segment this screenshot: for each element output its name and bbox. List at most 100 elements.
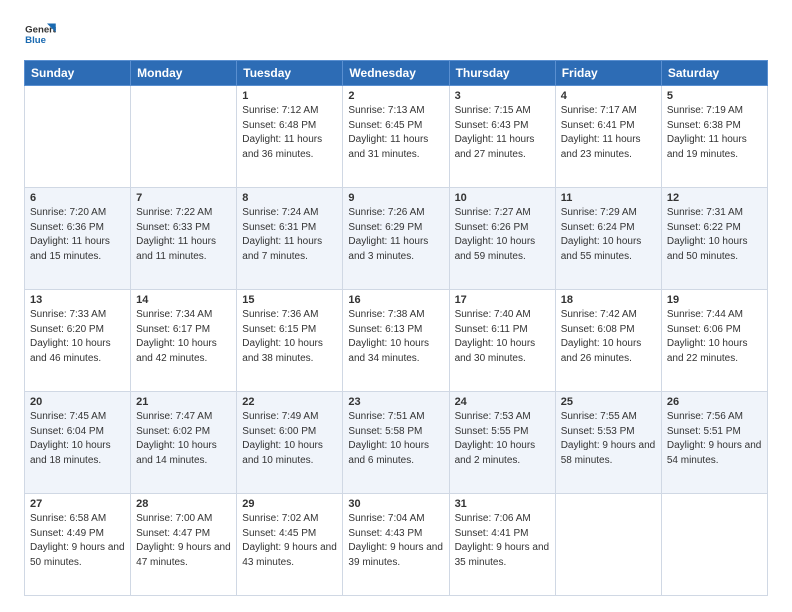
day-info: Sunrise: 7:34 AMSunset: 6:17 PMDaylight:… [136,308,231,366]
day-number: 30 [348,498,443,510]
calendar-day-cell: 25 Sunrise: 7:55 AMSunset: 5:53 PMDaylig… [555,392,661,494]
day-number: 23 [348,396,443,408]
day-info: Sunrise: 6:58 AMSunset: 4:49 PMDaylight:… [30,512,125,570]
calendar-week-row: 13 Sunrise: 7:33 AMSunset: 6:20 PMDaylig… [25,290,768,392]
day-of-week-header: Thursday [449,61,555,86]
calendar-day-cell: 7 Sunrise: 7:22 AMSunset: 6:33 PMDayligh… [131,188,237,290]
day-info: Sunrise: 7:33 AMSunset: 6:20 PMDaylight:… [30,308,125,366]
day-info: Sunrise: 7:42 AMSunset: 6:08 PMDaylight:… [561,308,656,366]
day-number: 9 [348,192,443,204]
day-number: 11 [561,192,656,204]
day-of-week-header: Monday [131,61,237,86]
calendar-day-cell: 1 Sunrise: 7:12 AMSunset: 6:48 PMDayligh… [237,86,343,188]
day-number: 5 [667,90,762,102]
day-info: Sunrise: 7:26 AMSunset: 6:29 PMDaylight:… [348,206,443,264]
calendar-day-cell: 12 Sunrise: 7:31 AMSunset: 6:22 PMDaylig… [661,188,767,290]
day-info: Sunrise: 7:04 AMSunset: 4:43 PMDaylight:… [348,512,443,570]
day-info: Sunrise: 7:47 AMSunset: 6:02 PMDaylight:… [136,410,231,468]
calendar-day-cell: 8 Sunrise: 7:24 AMSunset: 6:31 PMDayligh… [237,188,343,290]
calendar-day-cell: 4 Sunrise: 7:17 AMSunset: 6:41 PMDayligh… [555,86,661,188]
logo-icon: General Blue [24,20,56,48]
day-of-week-header: Saturday [661,61,767,86]
calendar-day-cell: 16 Sunrise: 7:38 AMSunset: 6:13 PMDaylig… [343,290,449,392]
calendar-day-cell: 26 Sunrise: 7:56 AMSunset: 5:51 PMDaylig… [661,392,767,494]
day-of-week-header: Tuesday [237,61,343,86]
day-number: 17 [455,294,550,306]
day-number: 12 [667,192,762,204]
day-number: 13 [30,294,125,306]
calendar-day-cell: 21 Sunrise: 7:47 AMSunset: 6:02 PMDaylig… [131,392,237,494]
calendar-day-cell: 13 Sunrise: 7:33 AMSunset: 6:20 PMDaylig… [25,290,131,392]
day-number: 24 [455,396,550,408]
day-number: 1 [242,90,337,102]
day-info: Sunrise: 7:49 AMSunset: 6:00 PMDaylight:… [242,410,337,468]
calendar-day-cell: 5 Sunrise: 7:19 AMSunset: 6:38 PMDayligh… [661,86,767,188]
day-info: Sunrise: 7:17 AMSunset: 6:41 PMDaylight:… [561,104,656,162]
day-info: Sunrise: 7:31 AMSunset: 6:22 PMDaylight:… [667,206,762,264]
day-number: 26 [667,396,762,408]
svg-text:Blue: Blue [25,35,46,46]
day-number: 14 [136,294,231,306]
day-number: 10 [455,192,550,204]
day-number: 27 [30,498,125,510]
day-info: Sunrise: 7:38 AMSunset: 6:13 PMDaylight:… [348,308,443,366]
day-info: Sunrise: 7:56 AMSunset: 5:51 PMDaylight:… [667,410,762,468]
day-info: Sunrise: 7:20 AMSunset: 6:36 PMDaylight:… [30,206,125,264]
calendar-week-row: 20 Sunrise: 7:45 AMSunset: 6:04 PMDaylig… [25,392,768,494]
calendar-day-cell: 29 Sunrise: 7:02 AMSunset: 4:45 PMDaylig… [237,494,343,596]
day-number: 2 [348,90,443,102]
day-info: Sunrise: 7:19 AMSunset: 6:38 PMDaylight:… [667,104,762,162]
calendar-day-cell: 10 Sunrise: 7:27 AMSunset: 6:26 PMDaylig… [449,188,555,290]
day-info: Sunrise: 7:36 AMSunset: 6:15 PMDaylight:… [242,308,337,366]
calendar-day-cell [25,86,131,188]
day-info: Sunrise: 7:44 AMSunset: 6:06 PMDaylight:… [667,308,762,366]
calendar-header-row: SundayMondayTuesdayWednesdayThursdayFrid… [25,61,768,86]
day-info: Sunrise: 7:53 AMSunset: 5:55 PMDaylight:… [455,410,550,468]
day-number: 28 [136,498,231,510]
calendar-day-cell: 11 Sunrise: 7:29 AMSunset: 6:24 PMDaylig… [555,188,661,290]
day-info: Sunrise: 7:55 AMSunset: 5:53 PMDaylight:… [561,410,656,468]
calendar-day-cell [661,494,767,596]
calendar-day-cell [131,86,237,188]
day-number: 15 [242,294,337,306]
calendar-day-cell: 14 Sunrise: 7:34 AMSunset: 6:17 PMDaylig… [131,290,237,392]
day-number: 8 [242,192,337,204]
calendar-day-cell [555,494,661,596]
calendar-day-cell: 2 Sunrise: 7:13 AMSunset: 6:45 PMDayligh… [343,86,449,188]
day-info: Sunrise: 7:13 AMSunset: 6:45 PMDaylight:… [348,104,443,162]
day-info: Sunrise: 7:45 AMSunset: 6:04 PMDaylight:… [30,410,125,468]
day-of-week-header: Friday [555,61,661,86]
calendar-day-cell: 20 Sunrise: 7:45 AMSunset: 6:04 PMDaylig… [25,392,131,494]
calendar-day-cell: 31 Sunrise: 7:06 AMSunset: 4:41 PMDaylig… [449,494,555,596]
calendar-day-cell: 17 Sunrise: 7:40 AMSunset: 6:11 PMDaylig… [449,290,555,392]
day-number: 4 [561,90,656,102]
day-number: 6 [30,192,125,204]
day-info: Sunrise: 7:40 AMSunset: 6:11 PMDaylight:… [455,308,550,366]
calendar-day-cell: 24 Sunrise: 7:53 AMSunset: 5:55 PMDaylig… [449,392,555,494]
day-info: Sunrise: 7:02 AMSunset: 4:45 PMDaylight:… [242,512,337,570]
day-info: Sunrise: 7:51 AMSunset: 5:58 PMDaylight:… [348,410,443,468]
calendar-day-cell: 9 Sunrise: 7:26 AMSunset: 6:29 PMDayligh… [343,188,449,290]
calendar-day-cell: 28 Sunrise: 7:00 AMSunset: 4:47 PMDaylig… [131,494,237,596]
day-info: Sunrise: 7:24 AMSunset: 6:31 PMDaylight:… [242,206,337,264]
day-number: 21 [136,396,231,408]
day-info: Sunrise: 7:15 AMSunset: 6:43 PMDaylight:… [455,104,550,162]
calendar-day-cell: 30 Sunrise: 7:04 AMSunset: 4:43 PMDaylig… [343,494,449,596]
day-info: Sunrise: 7:29 AMSunset: 6:24 PMDaylight:… [561,206,656,264]
day-info: Sunrise: 7:12 AMSunset: 6:48 PMDaylight:… [242,104,337,162]
day-number: 22 [242,396,337,408]
logo: General Blue [24,20,56,48]
calendar-day-cell: 19 Sunrise: 7:44 AMSunset: 6:06 PMDaylig… [661,290,767,392]
calendar-day-cell: 15 Sunrise: 7:36 AMSunset: 6:15 PMDaylig… [237,290,343,392]
day-of-week-header: Wednesday [343,61,449,86]
calendar-day-cell: 18 Sunrise: 7:42 AMSunset: 6:08 PMDaylig… [555,290,661,392]
calendar-table: SundayMondayTuesdayWednesdayThursdayFrid… [24,60,768,596]
day-number: 20 [30,396,125,408]
day-number: 7 [136,192,231,204]
day-number: 29 [242,498,337,510]
day-number: 19 [667,294,762,306]
calendar-week-row: 1 Sunrise: 7:12 AMSunset: 6:48 PMDayligh… [25,86,768,188]
day-of-week-header: Sunday [25,61,131,86]
calendar-day-cell: 22 Sunrise: 7:49 AMSunset: 6:00 PMDaylig… [237,392,343,494]
calendar-week-row: 27 Sunrise: 6:58 AMSunset: 4:49 PMDaylig… [25,494,768,596]
